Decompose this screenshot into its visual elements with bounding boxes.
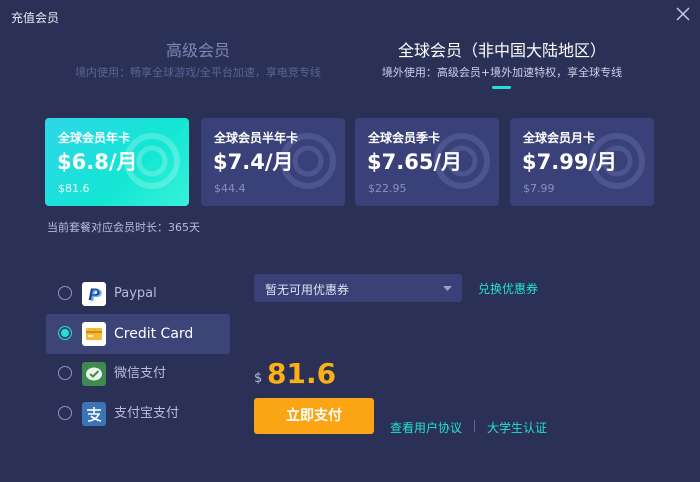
- plan-name: 全球会员月卡: [523, 131, 596, 145]
- plan-name: 全球会员年卡: [58, 131, 131, 145]
- radio-button[interactable]: [58, 326, 72, 340]
- tab-description: 境外使用：高级会员+境外加速特权，享全球专线: [381, 66, 623, 79]
- tab-description: 境内使用：畅享全球游戏/全平台加速，享电竞专线: [75, 66, 321, 79]
- payment-option-label: Paypal: [114, 286, 157, 301]
- payment-option-label: Credit Card: [114, 326, 194, 342]
- payment-option-label: 微信支付: [114, 366, 167, 381]
- plan-card-annual[interactable]: 全球会员年卡 $6.8/月 $81.6: [45, 118, 189, 206]
- paypal-icon: P P: [82, 282, 106, 306]
- plan-price: $7.99/月: [522, 150, 618, 174]
- link-separator: [474, 420, 475, 432]
- plan-total: $44.4: [214, 182, 246, 195]
- plan-card-quarterly[interactable]: 全球会员季卡 $7.65/月 $22.95: [355, 118, 499, 206]
- close-icon[interactable]: [674, 5, 692, 23]
- plan-total: $22.95: [368, 182, 407, 195]
- svg-text:P: P: [90, 286, 102, 305]
- plan-total: $81.6: [58, 182, 90, 195]
- alipay-icon: [82, 402, 106, 426]
- tab-premium-member[interactable]: 高级会员 境内使用：畅享全球游戏/全平台加速，享电竞专线: [62, 41, 334, 80]
- currency-symbol: $: [254, 371, 263, 386]
- coupon-select[interactable]: 暂无可用优惠券: [254, 274, 462, 302]
- tab-global-member[interactable]: 全球会员（非中国大陆地区） 境外使用：高级会员+境外加速特权，享全球专线: [366, 41, 638, 80]
- payment-option-label: 支付宝支付: [114, 406, 180, 421]
- credit-card-icon: [82, 322, 106, 346]
- caret-down-icon: [443, 286, 452, 291]
- plan-price: $7.4/月: [213, 150, 294, 174]
- plan-total: $7.99: [523, 182, 555, 195]
- tab-title: 高级会员: [165, 41, 230, 60]
- payment-option-paypal[interactable]: P P Paypal: [46, 274, 230, 314]
- plan-card-half-year[interactable]: 全球会员半年卡 $7.4/月 $44.4: [201, 118, 345, 206]
- plan-card-monthly[interactable]: 全球会员月卡 $7.99/月 $7.99: [510, 118, 654, 206]
- plan-name: 全球会员季卡: [368, 131, 441, 145]
- tab-title: 全球会员（非中国大陆地区）: [397, 41, 606, 60]
- coupon-select-value: 暂无可用优惠券: [265, 283, 350, 297]
- plan-price: $6.8/月: [57, 150, 138, 174]
- pay-now-button[interactable]: 立即支付: [254, 398, 374, 434]
- window-title: 充值会员: [11, 11, 60, 25]
- membership-duration-note: 当前套餐对应会员时长：365天: [47, 221, 200, 234]
- total-amount: 81.6: [267, 357, 337, 390]
- redeem-coupon-link[interactable]: 兑换优惠券: [478, 280, 538, 297]
- radio-button[interactable]: [58, 366, 72, 380]
- active-tab-indicator: [492, 86, 511, 89]
- payment-option-credit-card[interactable]: Credit Card: [46, 314, 230, 354]
- radio-button[interactable]: [58, 406, 72, 420]
- radio-button[interactable]: [58, 286, 72, 300]
- plan-price: $7.65/月: [367, 150, 463, 174]
- payment-option-alipay[interactable]: 支付宝支付: [46, 394, 230, 434]
- student-verification-link[interactable]: 大学生认证: [487, 419, 547, 436]
- user-agreement-link[interactable]: 查看用户协议: [390, 419, 462, 436]
- plan-name: 全球会员半年卡: [214, 131, 299, 145]
- wechat-pay-icon: [82, 362, 106, 386]
- payment-option-wechat-pay[interactable]: 微信支付: [46, 354, 230, 394]
